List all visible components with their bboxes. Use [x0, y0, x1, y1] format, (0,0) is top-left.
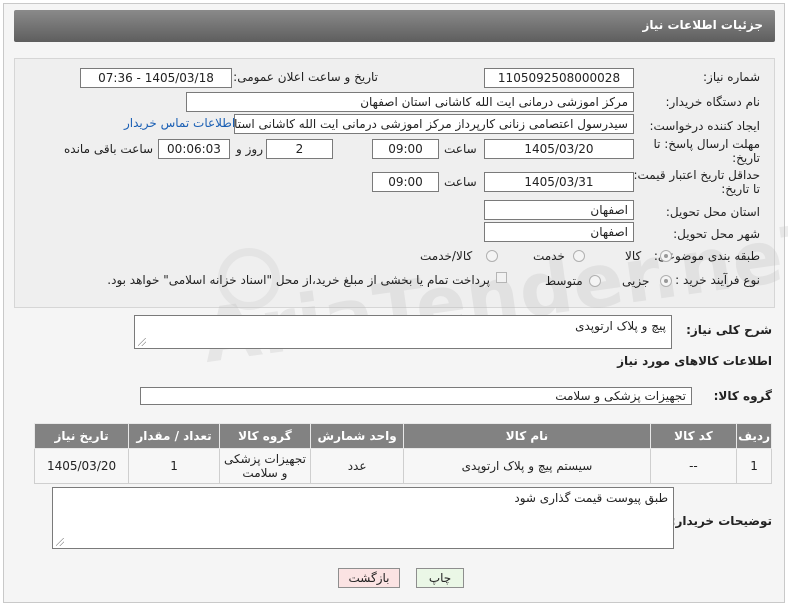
description-textarea: پیچ و پلاک ارتوپدی — [134, 315, 672, 349]
col-code-header: کد کالا — [649, 423, 738, 449]
goods-group-label: گروه کالا: — [713, 389, 772, 403]
items-table: ردیف کد کالا نام کالا واحد شمارش گروه کا… — [33, 423, 772, 484]
need-number-label: شماره نیاز: — [703, 70, 760, 84]
process-minor-radio[interactable] — [660, 275, 672, 287]
requester-field: سیدرسول اعتصامی زنانی کارپرداز مرکز اموز… — [234, 114, 634, 134]
buyer-contact-link[interactable]: اطلاعات تماس خریدار — [124, 116, 235, 130]
days-label: روز و — [236, 142, 263, 156]
days-remaining-field: 2 — [266, 139, 333, 159]
category-service-label: خدمت — [533, 249, 565, 263]
col-unit-header: واحد شمارش — [309, 423, 405, 449]
requester-label: ایجاد کننده درخواست: — [649, 119, 760, 133]
validity-date-field: 1405/03/31 — [484, 172, 634, 192]
page-title: جزئیات اطلاعات نیاز — [642, 18, 763, 32]
process-minor-label: جزیی — [622, 274, 650, 288]
cell-qty: 1 — [128, 448, 220, 484]
deadline-time-field: 09:00 — [372, 139, 439, 159]
buyer-notes-text: طبق پیوست قیمت گذاری شود — [514, 491, 668, 505]
buyer-org-label: نام دستگاه خریدار: — [665, 95, 761, 109]
validity-label: حداقل تاریخ اعتبار قیمت: — [633, 168, 760, 182]
table-row: 1 -- سیستم پیچ و پلاک ارتوپدی عدد تجهیزا… — [33, 448, 772, 484]
description-text: پیچ و پلاک ارتوپدی — [575, 319, 666, 333]
cell-name: سیستم پیچ و پلاک ارتوپدی — [403, 448, 651, 484]
process-label: نوع فرآیند خرید : — [675, 273, 760, 287]
validity-time-field: 09:00 — [372, 172, 439, 192]
city-field: اصفهان — [484, 222, 634, 242]
category-goods-radio[interactable] — [660, 250, 672, 262]
category-both-label: کالا/خدمت — [420, 249, 473, 263]
province-field: اصفهان — [484, 200, 634, 220]
cell-row: 1 — [736, 448, 772, 484]
resize-grip-icon[interactable] — [138, 338, 146, 346]
cell-code: -- — [649, 448, 738, 484]
col-row-header: ردیف — [736, 423, 772, 449]
buyer-notes-label: توضیحات خریدار: — [670, 514, 772, 528]
treasury-payment-note: پرداخت تمام یا بخشی از مبلغ خرید،از محل … — [107, 273, 490, 287]
buyer-org-field: مرکز اموزشی درمانی ایت الله کاشانی استان… — [186, 92, 634, 112]
category-service-radio[interactable] — [573, 250, 585, 262]
remaining-time-label: ساعت باقی مانده — [64, 142, 154, 156]
validity-time-label: ساعت — [444, 175, 477, 189]
col-name-header: نام کالا — [403, 423, 651, 449]
validity-label-date: تا تاریخ: — [721, 182, 760, 196]
deadline-label-date: تاریخ: — [732, 151, 760, 165]
resize-grip-icon[interactable] — [56, 538, 64, 546]
deadline-label: مهلت ارسال پاسخ: تا — [653, 137, 760, 151]
announce-label: تاریخ و ساعت اعلان عمومی: — [233, 70, 378, 84]
remaining-time-field: 00:06:03 — [158, 139, 230, 159]
buyer-notes-textarea: طبق پیوست قیمت گذاری شود — [52, 487, 674, 549]
treasury-payment-checkbox[interactable] — [496, 272, 507, 283]
need-number-field: 1105092508000028 — [484, 68, 634, 88]
goods-group-field: تجهیزات پزشکی و سلامت — [140, 387, 692, 405]
cell-group: تجهیزات پزشکی و سلامت — [218, 448, 311, 484]
col-date-header: تاریخ نیاز — [33, 423, 130, 449]
back-button[interactable]: بازگشت — [338, 568, 400, 588]
goods-section-title: اطلاعات کالاهای مورد نیاز — [617, 354, 772, 368]
cell-unit: عدد — [309, 448, 405, 484]
print-button[interactable]: چاپ — [416, 568, 464, 588]
process-medium-radio[interactable] — [589, 275, 601, 287]
process-medium-label: متوسط — [545, 274, 583, 288]
province-label: استان محل تحویل: — [665, 205, 760, 219]
cell-date: 1405/03/20 — [33, 448, 130, 484]
description-label: شرح کلی نیاز: — [686, 323, 772, 337]
category-both-radio[interactable] — [486, 250, 498, 262]
col-qty-header: تعداد / مقدار — [128, 423, 220, 449]
announce-field: 1405/03/18 - 07:36 — [80, 68, 232, 88]
city-label: شهر محل تحویل: — [673, 227, 760, 241]
category-goods-label: کالا — [625, 249, 642, 263]
deadline-date-field: 1405/03/20 — [484, 139, 634, 159]
deadline-time-label: ساعت — [444, 142, 477, 156]
items-table-header: ردیف کد کالا نام کالا واحد شمارش گروه کا… — [33, 423, 772, 449]
page-header: جزئیات اطلاعات نیاز — [14, 10, 775, 42]
col-group-header: گروه کالا — [218, 423, 311, 449]
